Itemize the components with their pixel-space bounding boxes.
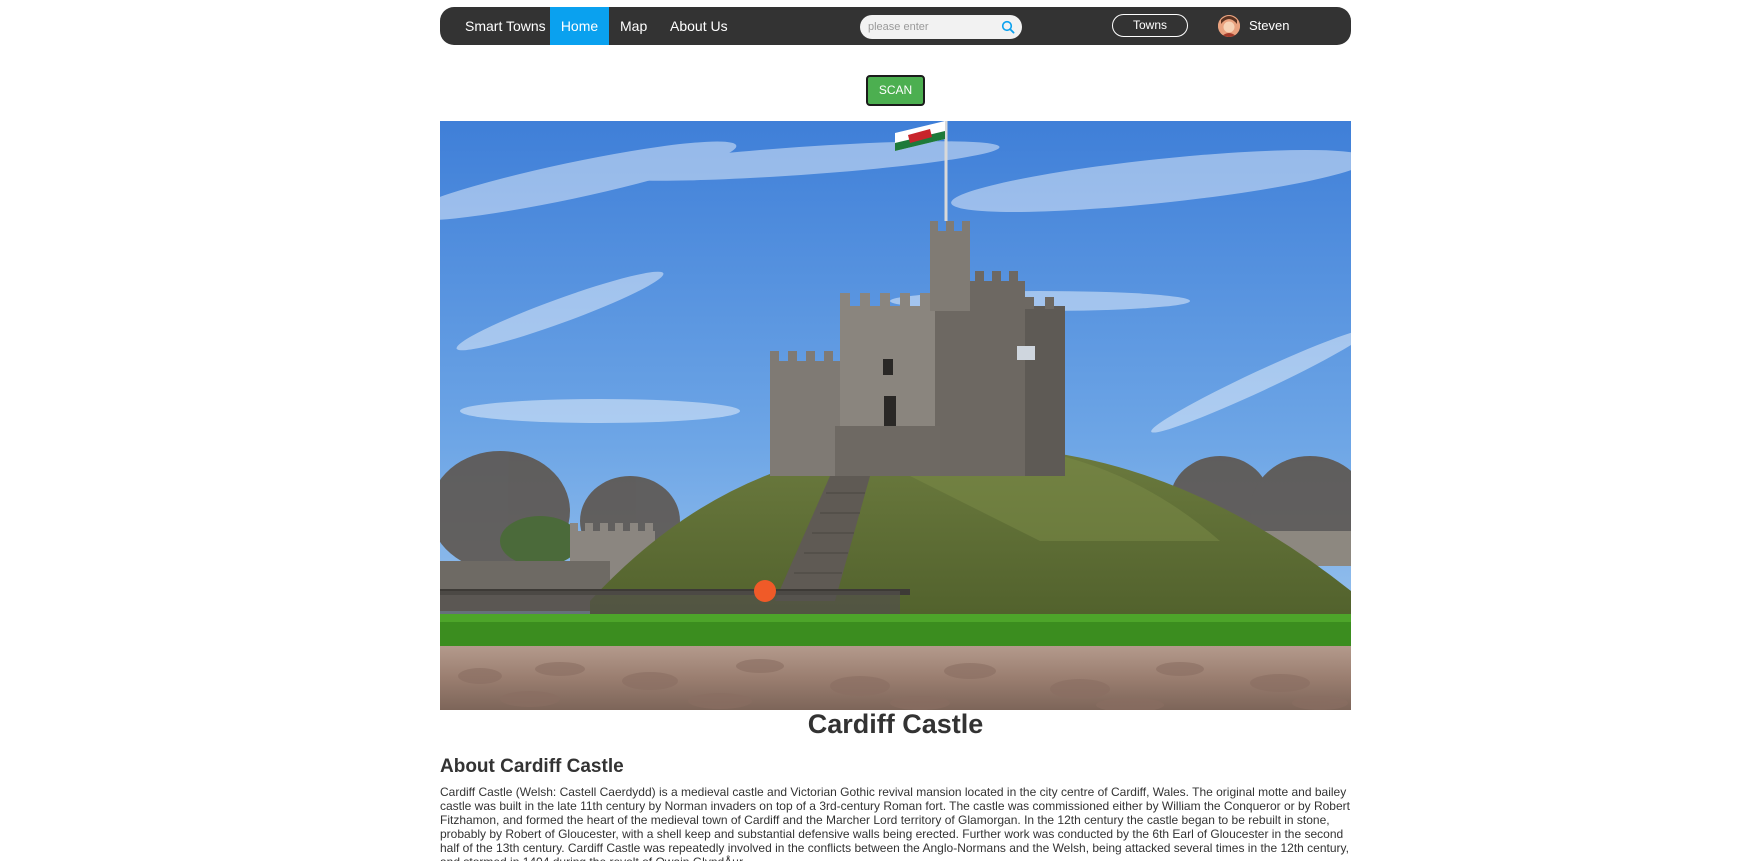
castle-photo: [440, 121, 1351, 710]
search-input[interactable]: [868, 19, 996, 35]
search-icon[interactable]: [1001, 20, 1015, 34]
page-title: Cardiff Castle: [807, 709, 984, 739]
brand-link[interactable]: Smart Towns: [465, 18, 546, 34]
nav-map-link[interactable]: Map: [620, 18, 647, 34]
towns-button[interactable]: Towns: [1112, 14, 1188, 37]
search-box: [860, 15, 1022, 39]
top-navbar: Smart Towns Home Map About Us Towns Stev…: [440, 7, 1351, 45]
scan-button[interactable]: SCAN: [866, 75, 925, 106]
nav-home-tab[interactable]: Home: [550, 7, 609, 45]
about-heading: About Cardiff Castle: [440, 756, 624, 777]
about-description: Cardiff Castle (Welsh: Castell Caerdydd)…: [440, 785, 1350, 861]
avatar: [1218, 15, 1240, 37]
nav-about-link[interactable]: About Us: [670, 18, 728, 34]
username-label: Steven: [1249, 18, 1290, 33]
